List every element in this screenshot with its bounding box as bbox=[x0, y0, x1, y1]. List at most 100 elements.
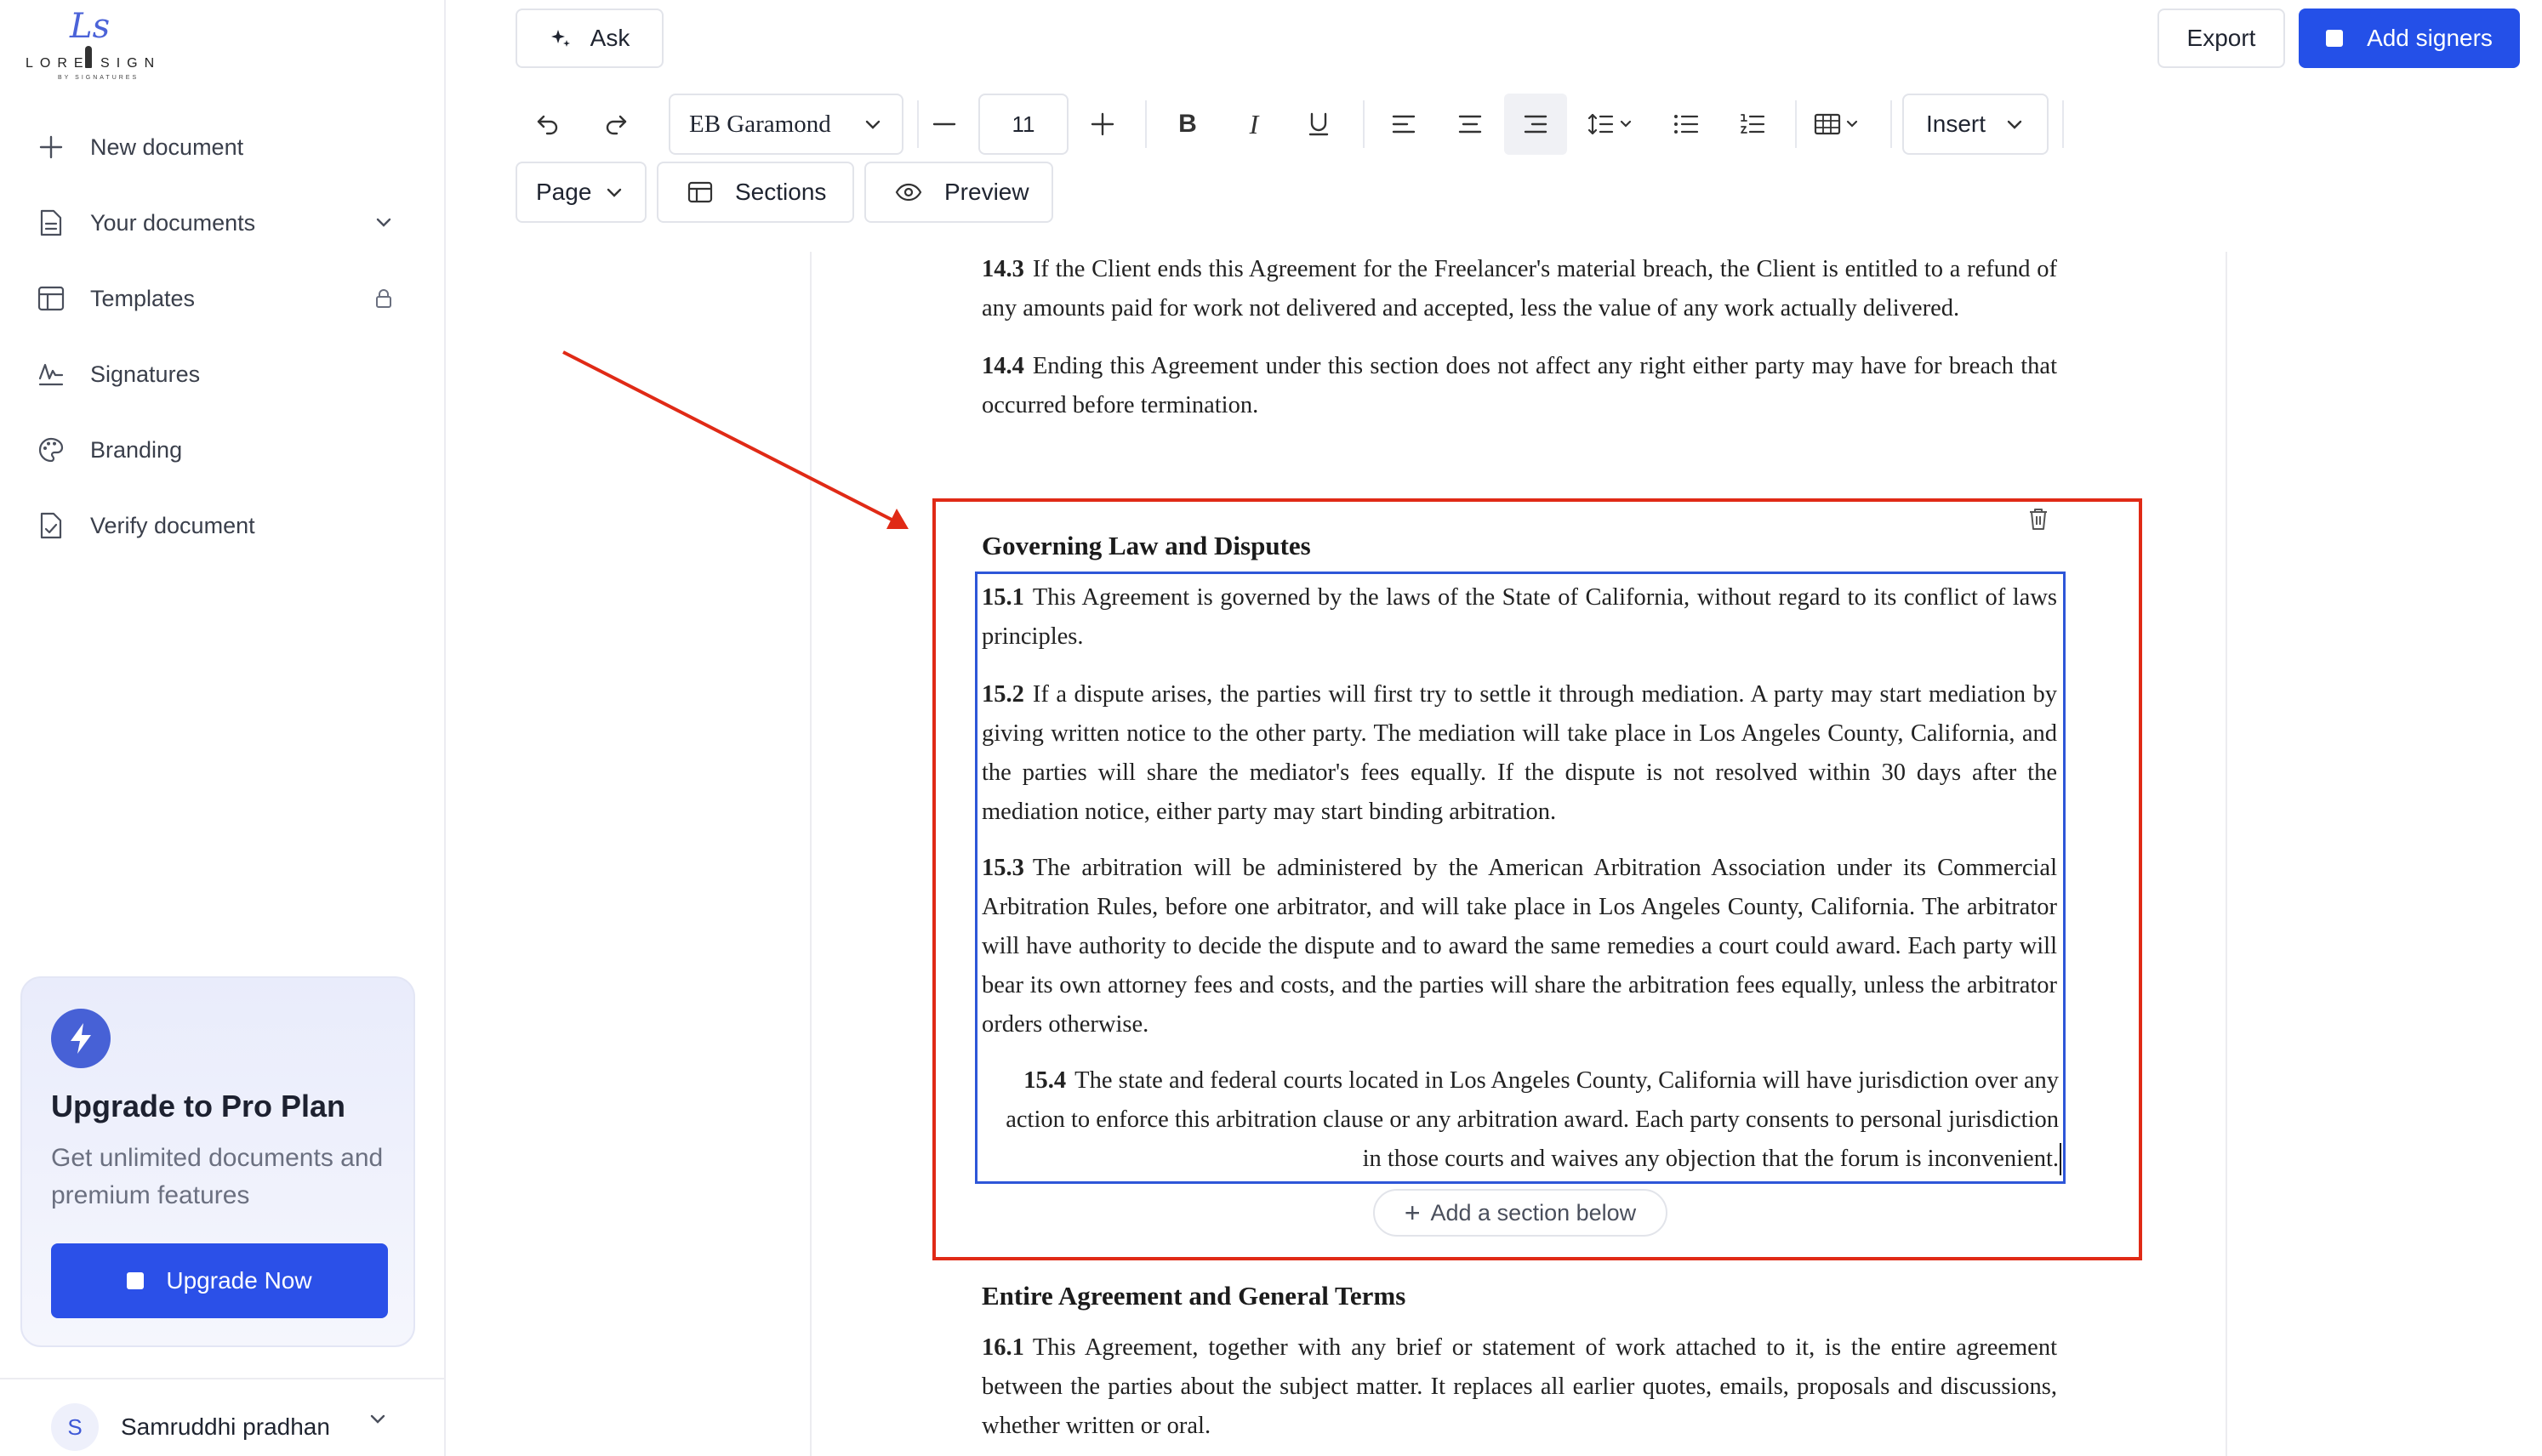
section-heading-governing-law[interactable]: Governing Law and Disputes bbox=[982, 531, 1311, 561]
chevron-down-icon[interactable] bbox=[369, 1413, 395, 1439]
clause-text: If a dispute arises, the parties will fi… bbox=[982, 681, 2057, 825]
clause-number: 15.1 bbox=[982, 584, 1024, 611]
clause-15-1[interactable]: 15.1 This Agreement is governed by the la… bbox=[982, 578, 2057, 657]
insert-label: Insert bbox=[1926, 111, 1986, 137]
clause-text: The arbitration will be administered by … bbox=[982, 855, 2057, 1038]
font-size-input[interactable]: 11 bbox=[978, 94, 1069, 155]
clause-15-2[interactable]: 15.2 If a dispute arises, the parties wil… bbox=[982, 675, 2057, 832]
user-name: Samruddhi pradhan bbox=[121, 1413, 330, 1440]
chevron-down-icon bbox=[865, 120, 881, 129]
chevron-down-icon bbox=[2007, 120, 2022, 129]
sidebar-item-label: Templates bbox=[90, 285, 196, 311]
insert-menu-button[interactable]: Insert bbox=[1902, 94, 2049, 155]
palette-icon bbox=[36, 435, 66, 465]
sidebar-nav: New document Your documents Templates Si… bbox=[0, 119, 444, 573]
sidebar-item-templates[interactable]: Templates bbox=[20, 270, 424, 327]
sections-button[interactable]: Sections bbox=[657, 162, 854, 223]
table-icon[interactable] bbox=[1807, 99, 1872, 150]
sections-icon bbox=[687, 181, 713, 203]
font-family-select[interactable]: EB Garamond bbox=[669, 94, 903, 155]
square-icon bbox=[2326, 30, 2344, 47]
brand-logo[interactable]: Ls LORE SIGN BY SIGNATURES bbox=[26, 7, 170, 83]
logo-subtext: BY SIGNATURES bbox=[58, 75, 140, 81]
signature-icon bbox=[36, 359, 66, 390]
clause-number: 16.1 bbox=[982, 1334, 1024, 1361]
clause-text: This Agreement, together with any brief … bbox=[982, 1334, 2057, 1439]
ask-label: Ask bbox=[590, 25, 630, 51]
upgrade-promo-card: Upgrade to Pro Plan Get unlimited docume… bbox=[20, 976, 415, 1347]
user-menu[interactable]: S Samruddhi pradhan bbox=[0, 1378, 444, 1456]
page-label: Page bbox=[536, 179, 592, 205]
clause-number: 15.2 bbox=[982, 681, 1024, 708]
add-signers-label: Add signers bbox=[2367, 25, 2493, 51]
text-cursor bbox=[2060, 1143, 2061, 1175]
clause-14-3[interactable]: 14.3 If the Client ends this Agreement fo… bbox=[982, 250, 2057, 328]
lightning-icon bbox=[51, 1009, 111, 1068]
clause-15-4[interactable]: 15.4 The state and federal courts located… bbox=[982, 1061, 2059, 1179]
preview-button[interactable]: Preview bbox=[864, 162, 1053, 223]
logo-wordmark: LORE SIGN bbox=[26, 56, 162, 71]
clause-number: 14.4 bbox=[982, 353, 1024, 379]
page-menu-button[interactable]: Page bbox=[516, 162, 647, 223]
italic-icon[interactable]: I bbox=[1228, 99, 1280, 150]
verify-document-icon bbox=[36, 510, 66, 541]
sidebar-item-your-documents[interactable]: Your documents bbox=[20, 195, 424, 251]
underline-icon[interactable] bbox=[1293, 99, 1344, 150]
plus-icon bbox=[36, 132, 66, 162]
lock-icon bbox=[369, 284, 398, 313]
section-heading-entire-agreement[interactable]: Entire Agreement and General Terms bbox=[982, 1281, 1405, 1311]
promo-description: Get unlimited documents and premium feat… bbox=[51, 1144, 384, 1209]
decrease-font-size-icon[interactable] bbox=[919, 99, 970, 150]
clause-16-1[interactable]: 16.1 This Agreement, together with any br… bbox=[982, 1328, 2057, 1446]
redo-icon[interactable] bbox=[590, 99, 641, 150]
clause-15-3[interactable]: 15.3 The arbitration will be administered… bbox=[982, 849, 2057, 1044]
square-icon bbox=[127, 1272, 145, 1289]
promo-title: Upgrade to Pro Plan bbox=[51, 1089, 346, 1123]
add-signers-button[interactable]: Add signers bbox=[2299, 9, 2520, 68]
bulleted-list-icon[interactable] bbox=[1661, 99, 1712, 150]
font-size-value: 11 bbox=[1012, 111, 1035, 137]
upgrade-now-button[interactable]: Upgrade Now bbox=[51, 1243, 388, 1318]
clause-number: 15.4 bbox=[1023, 1067, 1067, 1094]
logo-monogram: Ls bbox=[70, 7, 111, 46]
align-left-icon[interactable] bbox=[1378, 99, 1429, 150]
font-family-value: EB Garamond bbox=[689, 110, 831, 138]
sidebar-item-label: Branding bbox=[90, 436, 183, 463]
sidebar-item-new-document[interactable]: New document bbox=[20, 119, 424, 175]
sidebar-item-signatures[interactable]: Signatures bbox=[20, 346, 424, 402]
template-icon bbox=[36, 283, 66, 314]
eye-icon bbox=[895, 183, 922, 202]
undo-icon[interactable] bbox=[522, 99, 573, 150]
upgrade-now-label: Upgrade Now bbox=[166, 1267, 312, 1294]
numbered-list-icon[interactable] bbox=[1727, 99, 1778, 150]
annotation-arrow bbox=[562, 350, 909, 529]
sidebar: Ls LORE SIGN BY SIGNATURES New document … bbox=[0, 0, 446, 1456]
line-spacing-icon[interactable] bbox=[1579, 99, 1644, 150]
sparkle-icon bbox=[550, 30, 570, 47]
export-label: Export bbox=[2186, 25, 2256, 51]
clause-text: If the Client ends this Agreement for th… bbox=[982, 256, 2057, 321]
sections-label: Sections bbox=[735, 179, 827, 205]
sidebar-item-label: Signatures bbox=[90, 361, 201, 387]
clause-text: This Agreement is governed by the laws o… bbox=[982, 584, 2057, 650]
plus-icon: + bbox=[1404, 1197, 1421, 1228]
page-right-edge bbox=[2226, 252, 2227, 1456]
add-section-below-button[interactable]: + Add a section below bbox=[1373, 1189, 1667, 1237]
trash-icon[interactable] bbox=[2023, 503, 2054, 534]
export-button[interactable]: Export bbox=[2157, 9, 2285, 68]
chevron-down-icon[interactable] bbox=[369, 208, 398, 237]
align-center-icon[interactable] bbox=[1445, 99, 1496, 150]
bold-icon[interactable]: B bbox=[1162, 99, 1213, 150]
chevron-down-icon bbox=[607, 188, 622, 197]
sidebar-item-verify-document[interactable]: Verify document bbox=[20, 498, 424, 554]
preview-label: Preview bbox=[944, 179, 1029, 205]
ask-button[interactable]: Ask bbox=[516, 9, 664, 68]
document-icon bbox=[36, 208, 66, 238]
clause-text: Ending this Agreement under this section… bbox=[982, 353, 2057, 418]
sidebar-item-branding[interactable]: Branding bbox=[20, 422, 424, 478]
clause-text: The state and federal courts located in … bbox=[1006, 1067, 2059, 1172]
increase-font-size-icon[interactable] bbox=[1077, 99, 1128, 150]
clause-14-4[interactable]: 14.4 Ending this Agreement under this sec… bbox=[982, 347, 2057, 425]
sidebar-item-label: Your documents bbox=[90, 209, 256, 236]
align-right-icon[interactable] bbox=[1504, 94, 1567, 155]
